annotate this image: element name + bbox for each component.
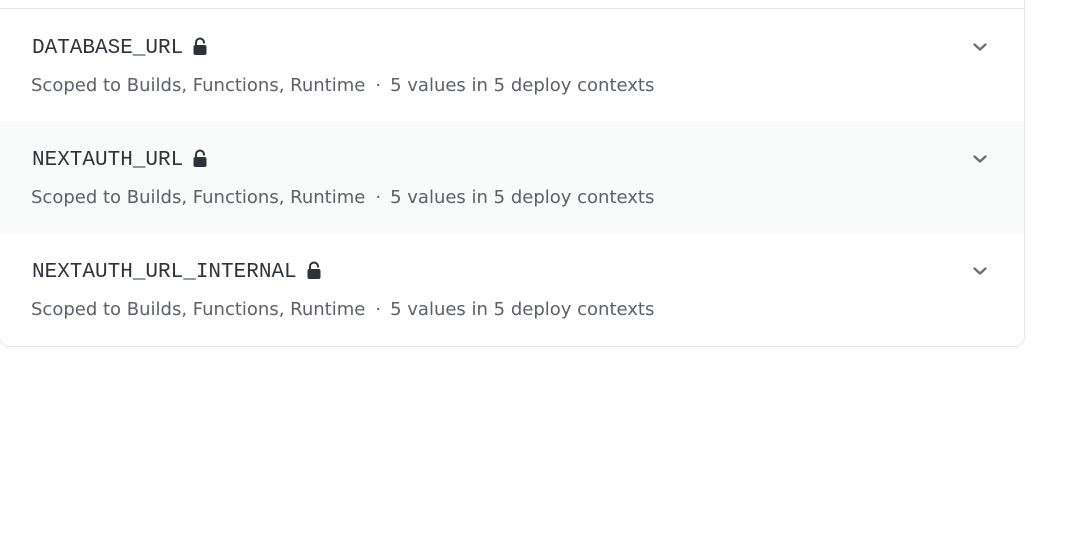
chevron-down-icon[interactable] bbox=[972, 263, 988, 277]
variable-meta: Scoped to Builds, Functions, Runtime · 5 v… bbox=[31, 75, 654, 96]
separator-dot: · bbox=[375, 187, 382, 208]
environment-variables-list: DATABASE_URL Scoped to Builds, Functions… bbox=[0, 0, 1025, 347]
variable-name-heading: NEXTAUTH_URL_INTERNAL bbox=[32, 261, 322, 284]
variable-values-summary: 5 values in 5 deploy contexts bbox=[390, 299, 655, 320]
variable-meta: Scoped to Builds, Functions, Runtime · 5 v… bbox=[31, 299, 654, 320]
variable-name: DATABASE_URL bbox=[32, 37, 184, 60]
env-variable-row[interactable]: NEXTAUTH_URL_INTERNAL Scoped to Builds, … bbox=[0, 233, 1024, 345]
variable-name: NEXTAUTH_URL_INTERNAL bbox=[32, 261, 297, 284]
separator-dot: · bbox=[375, 75, 382, 96]
env-variable-row[interactable]: DATABASE_URL Scoped to Builds, Functions… bbox=[0, 9, 1024, 121]
variable-name: NEXTAUTH_URL bbox=[32, 149, 184, 172]
env-variable-row[interactable]: NEXTAUTH_URL Scoped to Builds, Functions… bbox=[0, 121, 1024, 233]
variable-values-summary: 5 values in 5 deploy contexts bbox=[390, 75, 655, 96]
chevron-down-icon[interactable] bbox=[972, 39, 988, 53]
variable-meta: Scoped to Builds, Functions, Runtime · 5 v… bbox=[31, 187, 654, 208]
chevron-down-icon[interactable] bbox=[972, 151, 988, 165]
lock-open-icon bbox=[192, 149, 208, 169]
variable-values-summary: 5 values in 5 deploy contexts bbox=[390, 187, 655, 208]
separator-dot: · bbox=[375, 299, 382, 320]
lock-open-icon bbox=[192, 37, 208, 57]
lock-open-icon bbox=[306, 261, 322, 281]
variable-scope: Scoped to Builds, Functions, Runtime bbox=[31, 75, 366, 96]
variable-scope: Scoped to Builds, Functions, Runtime bbox=[31, 299, 366, 320]
variable-scope: Scoped to Builds, Functions, Runtime bbox=[31, 187, 366, 208]
variable-name-heading: NEXTAUTH_URL bbox=[32, 149, 208, 172]
variable-name-heading: DATABASE_URL bbox=[32, 37, 208, 60]
